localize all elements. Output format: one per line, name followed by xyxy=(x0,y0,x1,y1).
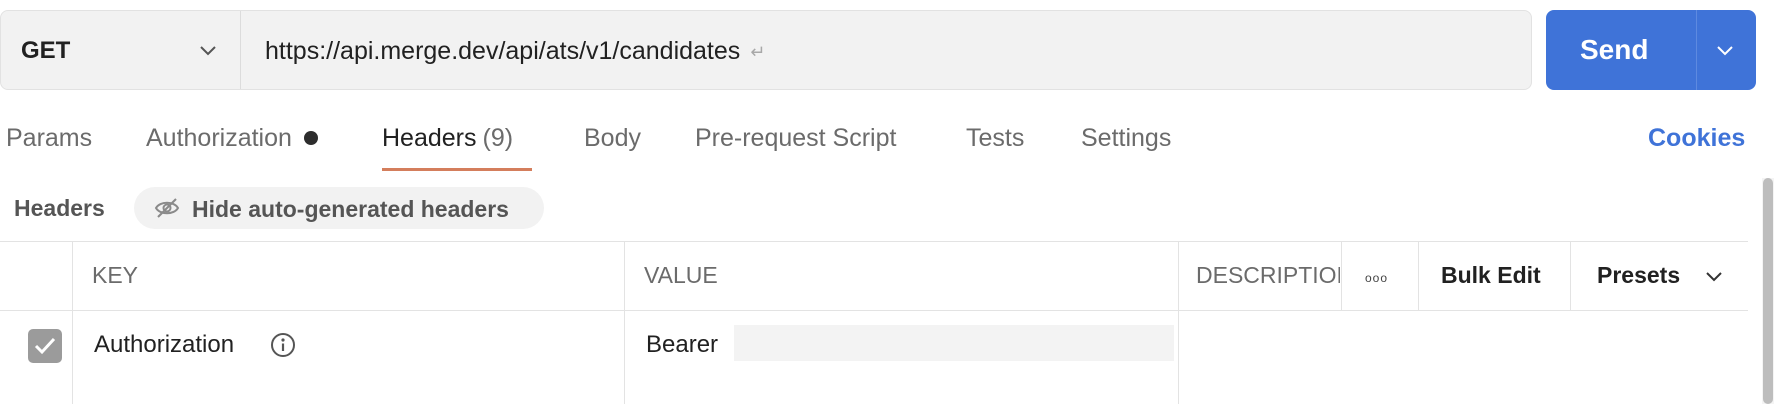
header-key-cell[interactable]: Authorization xyxy=(94,331,234,359)
column-divider xyxy=(624,241,625,404)
tab-label: Params xyxy=(6,124,93,152)
tab-authorization[interactable]: Authorization xyxy=(146,124,318,153)
tab-settings[interactable]: Settings xyxy=(1081,124,1171,153)
request-tabs: Params Authorization Headers (9) Body Pre… xyxy=(0,120,1778,176)
column-header-description: DESCRIPTION xyxy=(1196,262,1340,288)
info-icon[interactable] xyxy=(270,332,296,358)
url-input[interactable]: https://api.merge.dev/api/ats/v1/candida… xyxy=(265,37,765,66)
status-dot xyxy=(303,131,318,145)
column-divider xyxy=(1178,241,1179,404)
chevron-down-icon[interactable] xyxy=(1714,39,1736,61)
column-divider xyxy=(1418,241,1419,310)
column-divider xyxy=(1570,241,1571,310)
hide-auto-headers-label: Hide auto-generated headers xyxy=(192,196,509,222)
tab-count: (9) xyxy=(482,124,514,152)
headers-section-title: Headers xyxy=(14,195,105,221)
more-options-icon[interactable]: ooo xyxy=(1365,271,1388,285)
active-tab-underline xyxy=(382,168,532,171)
chevron-down-icon xyxy=(200,46,216,56)
method-select[interactable]: GET xyxy=(1,11,241,89)
column-divider xyxy=(1341,241,1342,310)
headers-table: KEY VALUE DESCRIPTION ooo Bulk Edit Pres… xyxy=(0,241,1748,404)
eye-off-icon xyxy=(154,198,180,218)
presets-dropdown[interactable]: Presets xyxy=(1597,262,1680,289)
send-button[interactable]: Send xyxy=(1546,10,1756,90)
bulk-edit-button[interactable]: Bulk Edit xyxy=(1441,262,1541,289)
tab-label: Body xyxy=(584,124,641,152)
send-divider xyxy=(1696,10,1697,90)
request-bar: GET https://api.merge.dev/api/ats/v1/can… xyxy=(0,10,1532,90)
header-value-cell[interactable]: Bearer xyxy=(646,331,718,359)
redacted-token xyxy=(734,325,1174,361)
url-text: https://api.merge.dev/api/ats/v1/candida… xyxy=(265,37,741,65)
tab-tests[interactable]: Tests xyxy=(966,124,1024,153)
tab-body[interactable]: Body xyxy=(584,124,641,153)
tab-pre-request-script[interactable]: Pre-request Script xyxy=(695,124,896,153)
column-divider xyxy=(72,241,73,404)
method-label: GET xyxy=(21,37,71,64)
scrollbar-thumb[interactable] xyxy=(1763,178,1773,404)
row-checkbox[interactable] xyxy=(28,329,62,363)
tab-headers[interactable]: Headers (9) xyxy=(382,124,513,153)
return-icon: ↵ xyxy=(750,42,766,62)
chevron-down-icon[interactable] xyxy=(1704,266,1724,286)
send-label: Send xyxy=(1580,34,1649,65)
tab-label: Settings xyxy=(1081,124,1172,152)
tab-label: Headers xyxy=(382,124,477,152)
table-header-divider xyxy=(0,310,1748,311)
tab-label: Pre-request Script xyxy=(695,124,897,152)
tab-params[interactable]: Params xyxy=(6,124,92,153)
tab-label: Authorization xyxy=(146,124,292,152)
cookies-link[interactable]: Cookies xyxy=(1648,124,1745,153)
column-header-value: VALUE xyxy=(644,262,718,288)
checkmark-icon xyxy=(34,337,56,355)
hide-auto-headers-button[interactable]: Hide auto-generated headers xyxy=(134,187,544,229)
column-header-key: KEY xyxy=(92,262,139,288)
request-editor: GET https://api.merge.dev/api/ats/v1/can… xyxy=(0,0,1778,404)
table-border-top xyxy=(0,241,1748,242)
tab-label: Tests xyxy=(966,124,1025,152)
